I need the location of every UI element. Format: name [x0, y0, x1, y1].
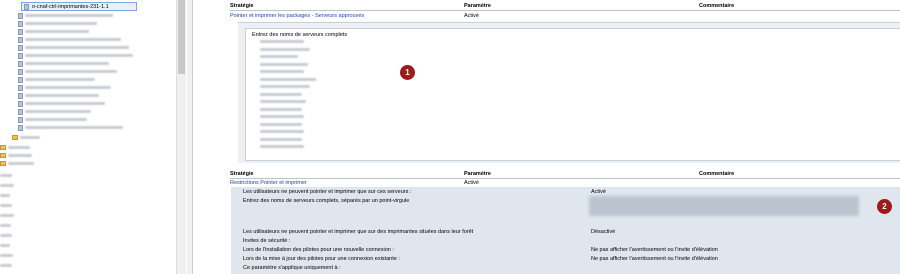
- tree-item[interactable]: [18, 76, 95, 84]
- server-list-entries: [260, 40, 316, 153]
- folder-icon: [12, 135, 18, 141]
- tree-item[interactable]: [0, 262, 12, 270]
- gpo-icon: [18, 124, 23, 131]
- gpo-icon: [18, 116, 23, 123]
- gpo-icon: [18, 20, 23, 27]
- policy-link-packages-servers[interactable]: Pointer et imprimer les packages - Serve…: [230, 13, 364, 19]
- tree-item[interactable]: [0, 252, 13, 260]
- gpo-icon: [18, 60, 23, 67]
- tree-item[interactable]: [0, 242, 10, 250]
- column-header-parametre: Paramètre: [464, 3, 491, 9]
- tree-item[interactable]: [18, 60, 109, 68]
- tree-item[interactable]: [18, 124, 123, 132]
- column-header-parametre: Paramètre: [464, 171, 491, 177]
- tree-item[interactable]: [18, 68, 117, 76]
- gpo-icon: [24, 4, 29, 10]
- tree-item[interactable]: [18, 20, 97, 28]
- gpo-icon: [18, 44, 23, 51]
- tree-item[interactable]: [0, 192, 10, 200]
- tree-scrollbar[interactable]: [176, 0, 186, 274]
- folder-icon: [0, 161, 6, 167]
- setting-label: Ce paramètre s'applique uniquement à :: [243, 265, 341, 271]
- setting-label: Invites de sécurité :: [243, 238, 291, 244]
- gpo-icon: [18, 28, 23, 35]
- annotation-badge-2: 2: [877, 199, 892, 214]
- setting-label: Lors de l'installation des pilotes pour …: [243, 247, 394, 253]
- gpo-icon: [18, 108, 23, 115]
- server-list-panel: Entrez des noms de serveurs complets: [238, 22, 900, 163]
- settings-report: Stratégie Paramètre Commentaire Pointer …: [193, 0, 900, 274]
- gpo-icon: [18, 76, 23, 83]
- tree-item[interactable]: [0, 222, 11, 230]
- header-divider: [230, 178, 900, 179]
- tree-item-label: o-cnaf-ctrl-imprimantes-231-1.1: [32, 4, 109, 10]
- annotation-badge-1: 1: [400, 65, 415, 80]
- tree-item[interactable]: [18, 116, 87, 124]
- tree-folder[interactable]: [0, 144, 30, 152]
- gpo-icon: [18, 12, 23, 19]
- tree-item[interactable]: [18, 100, 105, 108]
- tree-item[interactable]: [0, 172, 12, 180]
- tree-item[interactable]: [18, 84, 111, 92]
- column-header-strategie: Stratégie: [230, 171, 254, 177]
- tree-item[interactable]: [18, 108, 91, 116]
- policy-details-panel: Les utilisateurs ne peuvent pointer et i…: [231, 187, 900, 274]
- tree-item[interactable]: [0, 202, 12, 210]
- policy-value: Activé: [464, 13, 479, 19]
- setting-value: Activé: [591, 189, 606, 195]
- gpo-icon: [18, 84, 23, 91]
- gpo-icon: [18, 100, 23, 107]
- folder-icon: [0, 145, 6, 151]
- gpo-icon: [18, 92, 23, 99]
- gpo-icon: [18, 68, 23, 75]
- folder-icon: [0, 153, 6, 159]
- server-list-title: Entrez des noms de serveurs complets: [252, 32, 348, 38]
- column-header-commentaire: Commentaire: [699, 3, 735, 9]
- gpo-icon: [18, 36, 23, 43]
- tree-item[interactable]: [0, 232, 12, 240]
- tree-pane: o-cnaf-ctrl-imprimantes-231-1.1: [0, 0, 187, 274]
- gpo-icon: [18, 52, 23, 59]
- tree-item[interactable]: [18, 36, 121, 44]
- tree-item[interactable]: [18, 12, 113, 20]
- policy-link-point-and-print[interactable]: Restrictions Pointer et imprimer: [230, 180, 307, 186]
- column-header-commentaire: Commentaire: [699, 171, 735, 177]
- server-list-box: Entrez des noms de serveurs complets: [245, 28, 900, 161]
- tree-item[interactable]: [18, 52, 133, 60]
- tree-folder[interactable]: [12, 134, 40, 142]
- setting-value: Ne pas afficher l'avertissement ou l'inv…: [591, 247, 718, 253]
- tree-item[interactable]: [0, 182, 14, 190]
- tree-item[interactable]: [18, 28, 89, 36]
- policy-value: Activé: [464, 180, 479, 186]
- setting-label: Les utilisateurs ne peuvent pointer et i…: [243, 189, 412, 195]
- setting-value: Désactivé: [591, 229, 616, 235]
- setting-label: Lors de la mise à jour des pilotes pour …: [243, 256, 400, 262]
- tree-item[interactable]: [18, 92, 99, 100]
- tree-item[interactable]: [18, 44, 129, 52]
- setting-label: Entrez des noms de serveurs complets, sé…: [243, 198, 410, 204]
- redacted-server-names: [589, 196, 859, 216]
- setting-label: Les utilisateurs ne peuvent pointer et i…: [243, 229, 474, 235]
- tree-folder[interactable]: [0, 160, 34, 168]
- tree-item[interactable]: [0, 212, 14, 220]
- tree-item-selected[interactable]: o-cnaf-ctrl-imprimantes-231-1.1: [21, 2, 137, 11]
- header-divider: [230, 10, 900, 11]
- tree-folder[interactable]: [0, 152, 32, 160]
- scrollbar-thumb[interactable]: [178, 0, 185, 74]
- column-header-strategie: Stratégie: [230, 3, 254, 9]
- setting-value: Ne pas afficher l'avertissement ou l'inv…: [591, 256, 718, 262]
